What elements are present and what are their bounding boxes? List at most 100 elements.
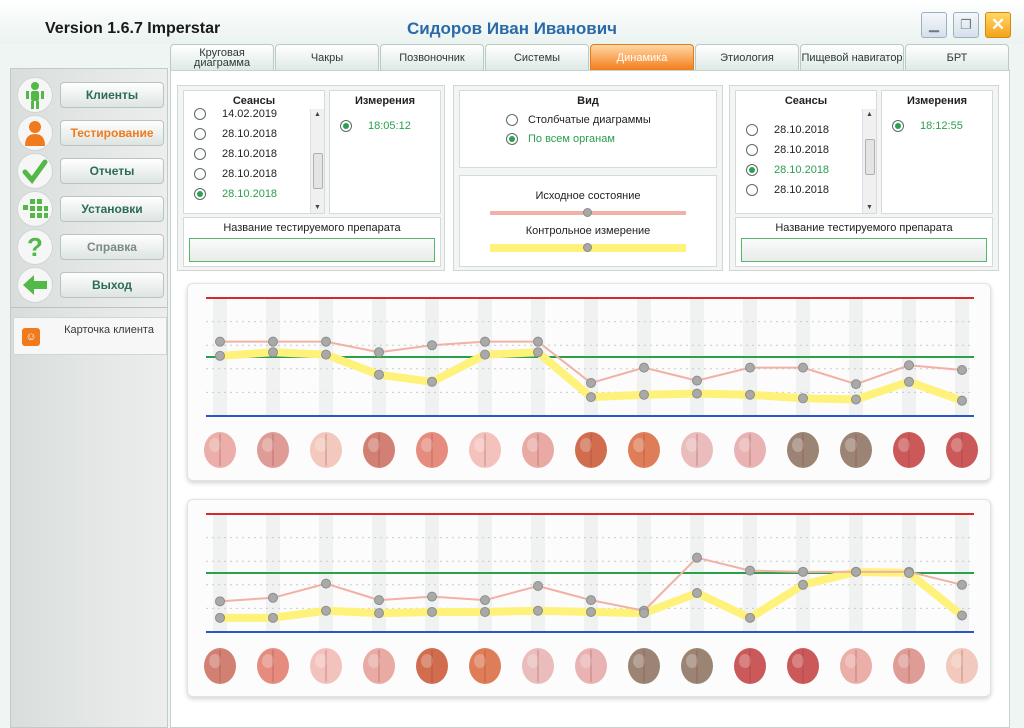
session-date: 28.10.2018	[774, 124, 830, 136]
tab-etiology[interactable]: Этиология	[695, 44, 799, 70]
sidebar-item-clients[interactable]: Клиенты	[15, 77, 167, 113]
scroll-up-icon[interactable]: ▲	[866, 111, 873, 118]
view-option-all-organs[interactable]: По всем органам	[506, 130, 615, 148]
radio[interactable]	[746, 184, 758, 196]
tab-brt[interactable]: БРТ	[905, 44, 1009, 70]
right-session-row-3[interactable]: 28.10.2018	[746, 181, 829, 199]
vessels-icon[interactable]	[887, 428, 931, 472]
thyroid-left-icon[interactable]	[569, 428, 613, 472]
close-button[interactable]: ✕	[985, 12, 1011, 38]
brain-side-icon[interactable]	[304, 428, 348, 472]
left-measurement-row-0[interactable]: 18:05:12	[340, 117, 411, 135]
radio[interactable]	[892, 120, 904, 132]
series-control-point	[586, 606, 596, 617]
left-session-row-4[interactable]: 28.10.2018	[194, 185, 277, 203]
right-drug-input[interactable]	[741, 238, 987, 262]
series-control-point	[851, 394, 861, 405]
sidebar-item-help[interactable]: ? Справка	[15, 229, 167, 265]
slider-initial-knob[interactable]	[583, 208, 592, 217]
colon-icon[interactable]	[781, 644, 825, 688]
series-control-point	[268, 612, 278, 623]
nose-right-icon[interactable]	[516, 428, 560, 472]
nerve-right-icon[interactable]	[834, 428, 878, 472]
lungs-small-left-icon[interactable]	[304, 644, 348, 688]
bronchi-left-icon[interactable]	[410, 644, 454, 688]
series-control-point	[692, 588, 702, 599]
scroll-thumb[interactable]	[865, 139, 875, 175]
left-session-row-0[interactable]: 14.02.2019	[194, 105, 277, 123]
left-sessions-scrollbar[interactable]: ▲ ▼	[310, 109, 324, 213]
trachea-icon[interactable]	[198, 644, 242, 688]
left-session-row-2[interactable]: 28.10.2018	[194, 145, 277, 163]
lung-right-icon[interactable]	[569, 644, 613, 688]
session-date: 28.10.2018	[222, 128, 278, 140]
larynx-icon[interactable]	[251, 644, 295, 688]
tab-spine[interactable]: Позвоночник	[380, 44, 484, 70]
scroll-up-icon[interactable]: ▲	[314, 111, 321, 118]
left-session-row-1[interactable]: 28.10.2018	[194, 125, 277, 143]
tab-dynamics[interactable]: Динамика	[590, 44, 694, 70]
sidebar-item-settings[interactable]: Установки	[15, 191, 167, 227]
slider-control-knob[interactable]	[583, 243, 592, 252]
radio[interactable]	[506, 133, 518, 145]
radio[interactable]	[746, 164, 758, 176]
series-initial-point	[692, 375, 702, 386]
radio[interactable]	[194, 108, 206, 120]
right-session-row-2[interactable]: 28.10.2018	[746, 161, 829, 179]
brain-front-icon[interactable]	[198, 428, 242, 472]
left-drug-input[interactable]	[189, 238, 435, 262]
sidebar-item-exit[interactable]: Выход	[15, 267, 167, 303]
heart-icon[interactable]	[940, 428, 984, 472]
sidebar-item-testing[interactable]: Тестирование	[15, 115, 167, 151]
radio[interactable]	[194, 148, 206, 160]
tab-systems[interactable]: Системы	[485, 44, 589, 70]
series-initial-point	[798, 362, 808, 373]
view-option-bar-charts[interactable]: Столбчатые диаграммы	[506, 111, 651, 129]
maximize-button[interactable]: ❐	[953, 12, 979, 38]
radio[interactable]	[194, 168, 206, 180]
tab-food-navigator[interactable]: Пищевой навигатор	[800, 44, 904, 70]
radio[interactable]	[746, 124, 758, 136]
radio[interactable]	[194, 128, 206, 140]
sidebar-item-reports[interactable]: Отчеты	[15, 153, 167, 189]
bladder-icon[interactable]	[834, 644, 878, 688]
kidney-left-icon[interactable]	[887, 644, 931, 688]
scroll-down-icon[interactable]: ▼	[314, 204, 321, 211]
left-drug-label: Название тестируемого препарата	[223, 222, 401, 234]
user-orange-icon	[17, 115, 53, 151]
ear-right-icon[interactable]	[728, 428, 772, 472]
kidney-right-icon[interactable]	[940, 644, 984, 688]
right-session-row-1[interactable]: 28.10.2018	[746, 141, 829, 159]
eyes-right-icon[interactable]	[410, 428, 454, 472]
series-control-point	[268, 347, 278, 358]
minimize-button[interactable]: ▁	[921, 12, 947, 38]
tab-circle-diagram[interactable]: Круговая диаграмма	[170, 44, 274, 70]
bronchi-right-icon[interactable]	[463, 644, 507, 688]
radio[interactable]	[746, 144, 758, 156]
sidebar-item-client-card[interactable]: ☺ Карточка клиента	[13, 317, 167, 355]
series-control-point	[957, 610, 967, 621]
liver-icon[interactable]	[675, 644, 719, 688]
series-control-point	[321, 605, 331, 616]
right-sessions-scrollbar[interactable]: ▲ ▼	[862, 109, 876, 213]
radio[interactable]	[506, 114, 518, 126]
lung-left-icon[interactable]	[516, 644, 560, 688]
radio[interactable]	[340, 120, 352, 132]
right-measurement-row-0[interactable]: 18:12:55	[892, 117, 963, 135]
ear-left-icon[interactable]	[675, 428, 719, 472]
scroll-thumb[interactable]	[313, 153, 323, 189]
scroll-down-icon[interactable]: ▼	[866, 204, 873, 211]
intestine-icon[interactable]	[728, 644, 772, 688]
stomach-icon[interactable]	[622, 644, 666, 688]
eyes-left-icon[interactable]	[357, 428, 401, 472]
right-session-row-0[interactable]: 28.10.2018	[746, 121, 829, 139]
sidebar-item-label: Выход	[60, 272, 164, 298]
nose-left-icon[interactable]	[463, 428, 507, 472]
left-session-row-3[interactable]: 28.10.2018	[194, 165, 277, 183]
lungs-small-right-icon[interactable]	[357, 644, 401, 688]
tab-chakras[interactable]: Чакры	[275, 44, 379, 70]
radio[interactable]	[194, 188, 206, 200]
nerve-left-icon[interactable]	[781, 428, 825, 472]
thyroid-right-icon[interactable]	[622, 428, 666, 472]
brain-back-icon[interactable]	[251, 428, 295, 472]
